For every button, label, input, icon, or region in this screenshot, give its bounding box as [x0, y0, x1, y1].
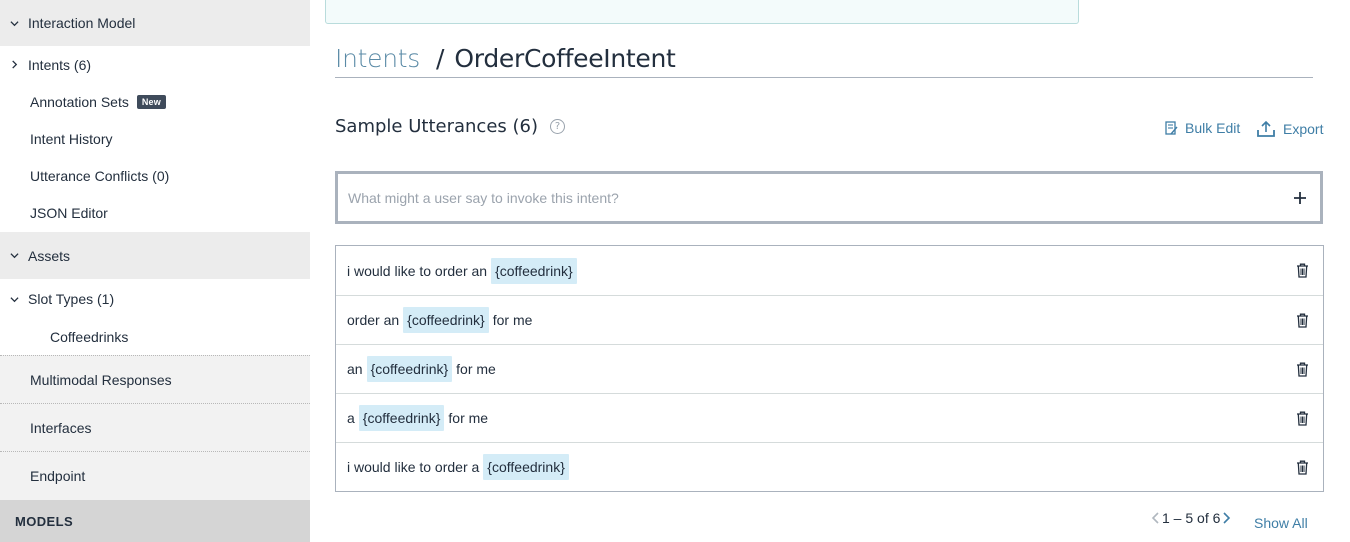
utterance-text-before: order an [347, 312, 400, 328]
sidebar: Interaction Model Intents (6) Annotation… [0, 0, 310, 542]
delete-utterance-button[interactable] [1296, 362, 1309, 380]
slot-chip[interactable]: {coffeedrink} [483, 454, 569, 480]
sidebar-item-label: Endpoint [30, 468, 86, 484]
export-icon [1257, 120, 1275, 137]
help-icon[interactable]: ? [549, 119, 565, 134]
page-range: 1 – 5 of 6 [1162, 510, 1221, 526]
trash-icon [1297, 313, 1308, 328]
utterance-row[interactable]: i would like to order an {coffeedrink} [336, 246, 1323, 295]
next-page-button[interactable] [1220, 511, 1232, 525]
pagination: 1 – 5 of 6 [1150, 510, 1232, 526]
sidebar-item-label: JSON Editor [30, 204, 108, 221]
sidebar-item-label: Intents (6) [28, 56, 92, 73]
delete-utterance-button[interactable] [1296, 263, 1309, 281]
sidebar-item-label: Slot Types (1) [28, 291, 115, 307]
sidebar-item-label: Annotation Sets [30, 93, 129, 110]
sidebar-section-assets[interactable]: Assets [0, 232, 310, 279]
delete-utterance-button[interactable] [1296, 460, 1309, 478]
utterance-row[interactable]: a {coffeedrink} for me [336, 393, 1323, 442]
sidebar-item-label: Interfaces [30, 419, 92, 436]
sidebar-item-interfaces[interactable]: Interfaces [0, 403, 310, 451]
utterance-text-before: i would like to order an [347, 262, 488, 279]
prev-page-button[interactable] [1150, 511, 1162, 525]
add-utterance-button[interactable] [1280, 174, 1320, 221]
utterance-text-after: for me [448, 410, 489, 426]
sidebar-item-slot-types[interactable]: Slot Types (1) [0, 279, 310, 319]
sidebar-item-label: Utterance Conflicts (0) [30, 167, 170, 184]
sidebar-item-json-editor[interactable]: JSON Editor [0, 194, 310, 231]
plus-icon [1294, 191, 1306, 204]
utterance-list: i would like to order an {coffeedrink} ord… [335, 245, 1324, 492]
new-badge: New [136, 94, 166, 109]
utterance-text-before: an [347, 361, 363, 377]
slot-chip[interactable]: {coffeedrink} [366, 356, 453, 382]
chevron-down-icon [0, 251, 28, 260]
slot-chip[interactable]: {coffeedrink} [358, 405, 445, 431]
slot-chip[interactable]: {coffeedrink} [403, 307, 489, 333]
delete-utterance-button[interactable] [1296, 313, 1309, 331]
sidebar-item-intents[interactable]: Intents (6) [0, 46, 310, 83]
utterance-row[interactable]: order an {coffeedrink} for me [336, 295, 1323, 344]
utterance-input[interactable] [338, 189, 1280, 206]
chevron-left-icon [1151, 512, 1159, 524]
sidebar-item-utterance-conflicts[interactable]: Utterance Conflicts (0) [0, 157, 310, 194]
sidebar-item-coffeedrinks[interactable]: Coffeedrinks [0, 319, 310, 355]
utterance-row[interactable]: i would like to order a {coffeedrink} [336, 442, 1323, 491]
utterance-input-box [335, 171, 1323, 224]
section-title-text: Sample Utterances (6) [335, 116, 538, 137]
utterance-text-after: for me [456, 361, 496, 377]
sidebar-item-label: Multimodal Responses [30, 371, 172, 388]
export-label: Export [1283, 121, 1324, 137]
sidebar-section-label: Assets [28, 247, 71, 264]
breadcrumb-separator: / [435, 44, 445, 73]
trash-icon [1297, 460, 1308, 475]
chevron-right-icon [0, 60, 28, 69]
sidebar-item-label: Coffeedrinks [50, 329, 129, 345]
trash-icon [1297, 263, 1308, 278]
bulk-edit-button[interactable]: Bulk Edit [1165, 120, 1240, 136]
utterance-text-after: for me [492, 312, 533, 328]
sidebar-item-endpoint[interactable]: Endpoint [0, 451, 310, 500]
export-button[interactable]: Export [1256, 120, 1323, 138]
slot-chip[interactable]: {coffeedrink} [491, 257, 577, 284]
sidebar-item-label: Intent History [30, 130, 113, 147]
sample-utterances-heading: Sample Utterances (6) ? [335, 116, 565, 137]
bulk-edit-icon [1165, 120, 1178, 135]
assets-submenu: Slot Types (1) Coffeedrinks [0, 279, 310, 355]
utterance-text-before: i would like to order a [347, 459, 480, 475]
interaction-model-submenu: Intents (6) Annotation Sets New Intent H… [0, 46, 310, 232]
show-all-link[interactable]: Show All [1254, 515, 1308, 531]
chevron-down-icon [0, 295, 28, 304]
sidebar-item-intent-history[interactable]: Intent History [0, 120, 310, 157]
trash-icon [1297, 411, 1308, 426]
breadcrumb-current: OrderCoffeeIntent [454, 44, 676, 73]
sidebar-section-label: Interaction Model [28, 15, 136, 31]
trash-icon [1297, 362, 1308, 377]
chevron-right-icon [1223, 512, 1231, 524]
sidebar-item-annotation-sets[interactable]: Annotation Sets New [0, 83, 310, 120]
utterance-text-before: a [347, 410, 355, 426]
breadcrumb: Intents / OrderCoffeeIntent [335, 40, 1313, 78]
sidebar-section-interaction-model[interactable]: Interaction Model [0, 0, 310, 46]
sidebar-item-multimodal-responses[interactable]: Multimodal Responses [0, 355, 310, 403]
delete-utterance-button[interactable] [1296, 411, 1309, 429]
sidebar-section-models[interactable]: MODELS [0, 500, 310, 542]
bulk-edit-label: Bulk Edit [1185, 120, 1241, 136]
notice-panel [325, 0, 1079, 24]
breadcrumb-intents-link[interactable]: Intents [335, 44, 420, 73]
utterance-row[interactable]: an {coffeedrink} for me [336, 344, 1323, 393]
chevron-down-icon [0, 19, 28, 28]
